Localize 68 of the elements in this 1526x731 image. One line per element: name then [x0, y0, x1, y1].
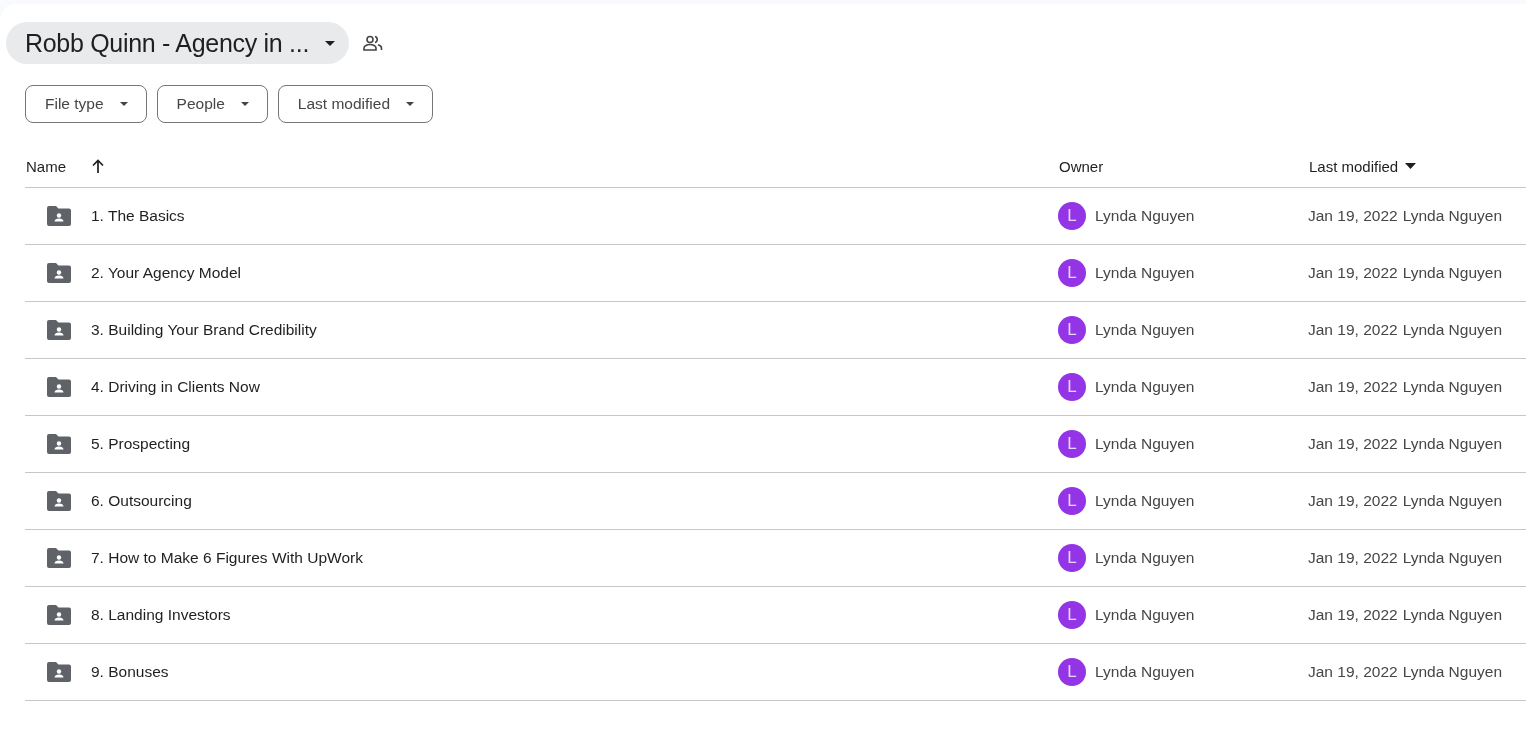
modified-date: Jan 19, 2022: [1308, 492, 1398, 510]
shared-folder-icon: [47, 263, 71, 283]
folder-name[interactable]: 7. How to Make 6 Figures With UpWork: [91, 549, 363, 567]
folder-name[interactable]: 9. Bonuses: [91, 663, 169, 681]
owner-name: Lynda Nguyen: [1095, 378, 1195, 396]
shared-folder-icon: [47, 605, 71, 625]
shared-folder-icon: [47, 548, 71, 568]
filter-dropdown[interactable]: File type: [25, 85, 147, 123]
modified-date: Jan 19, 2022: [1308, 435, 1398, 453]
modified-by: Lynda Nguyen: [1402, 207, 1503, 225]
folder-name[interactable]: 3. Building Your Brand Credibility: [91, 321, 317, 339]
shared-folder-icon: [47, 434, 71, 454]
modified-date: Jan 19, 2022: [1308, 606, 1398, 624]
avatar: L: [1058, 658, 1086, 686]
shared-folder-icon: [47, 320, 71, 340]
modified-by: Lynda Nguyen: [1402, 264, 1503, 282]
modified-by: Lynda Nguyen: [1402, 492, 1503, 510]
folder-name[interactable]: 8. Landing Investors: [91, 606, 231, 624]
avatar: L: [1058, 544, 1086, 572]
modified-by: Lynda Nguyen: [1402, 606, 1503, 624]
modified-date: Jan 19, 2022: [1308, 264, 1398, 282]
avatar: L: [1058, 316, 1086, 344]
modified-by: Lynda Nguyen: [1402, 378, 1503, 396]
sort-up-arrow-icon[interactable]: [92, 159, 104, 173]
owner-name: Lynda Nguyen: [1095, 264, 1195, 282]
shared-folder-icon: [47, 662, 71, 682]
modified-by: Lynda Nguyen: [1402, 321, 1503, 339]
avatar: L: [1058, 430, 1086, 458]
caret-icon: [1405, 163, 1417, 169]
caret-icon: [325, 40, 336, 46]
avatar: L: [1058, 373, 1086, 401]
shared-folder-icon: [47, 206, 71, 226]
caret-icon: [119, 102, 128, 106]
folder-name[interactable]: 6. Outsourcing: [91, 492, 192, 510]
shared-folder-icon: [47, 491, 71, 511]
shared-people-icon[interactable]: [363, 35, 384, 51]
filter-dropdown[interactable]: People: [156, 85, 268, 123]
shared-folder-icon: [47, 377, 71, 397]
modified-date: Jan 19, 2022: [1308, 207, 1398, 225]
folder-name[interactable]: 1. The Basics: [91, 207, 185, 225]
avatar: L: [1058, 601, 1086, 629]
filter-dropdown[interactable]: Last modified: [277, 85, 434, 123]
owner-name: Lynda Nguyen: [1095, 321, 1195, 339]
owner-name: Lynda Nguyen: [1095, 606, 1195, 624]
modified-date: Jan 19, 2022: [1308, 378, 1398, 396]
owner-name: Lynda Nguyen: [1095, 435, 1195, 453]
modified-by: Lynda Nguyen: [1402, 663, 1503, 681]
folder-name[interactable]: 4. Driving in Clients Now: [91, 378, 260, 396]
caret-icon: [406, 102, 415, 106]
avatar: L: [1058, 487, 1086, 515]
column-header[interactable]: Owner: [1059, 157, 1104, 175]
column-header[interactable]: Name: [26, 157, 66, 175]
folder-name[interactable]: 5. Prospecting: [91, 435, 191, 453]
modified-by: Lynda Nguyen: [1402, 549, 1503, 567]
column-header[interactable]: Last modified: [1309, 157, 1399, 175]
caret-icon: [240, 102, 249, 106]
avatar: L: [1058, 259, 1086, 287]
folder-title-button[interactable]: Robb Quinn - Agency in ...: [6, 22, 350, 64]
folder-name[interactable]: 2. Your Agency Model: [91, 264, 241, 282]
modified-date: Jan 19, 2022: [1308, 321, 1398, 339]
modified-date: Jan 19, 2022: [1308, 663, 1398, 681]
owner-name: Lynda Nguyen: [1095, 549, 1195, 567]
owner-name: Lynda Nguyen: [1095, 207, 1195, 225]
modified-date: Jan 19, 2022: [1308, 549, 1398, 567]
owner-name: Lynda Nguyen: [1095, 663, 1195, 681]
avatar: L: [1058, 202, 1086, 230]
owner-name: Lynda Nguyen: [1095, 492, 1195, 510]
modified-by: Lynda Nguyen: [1402, 435, 1503, 453]
